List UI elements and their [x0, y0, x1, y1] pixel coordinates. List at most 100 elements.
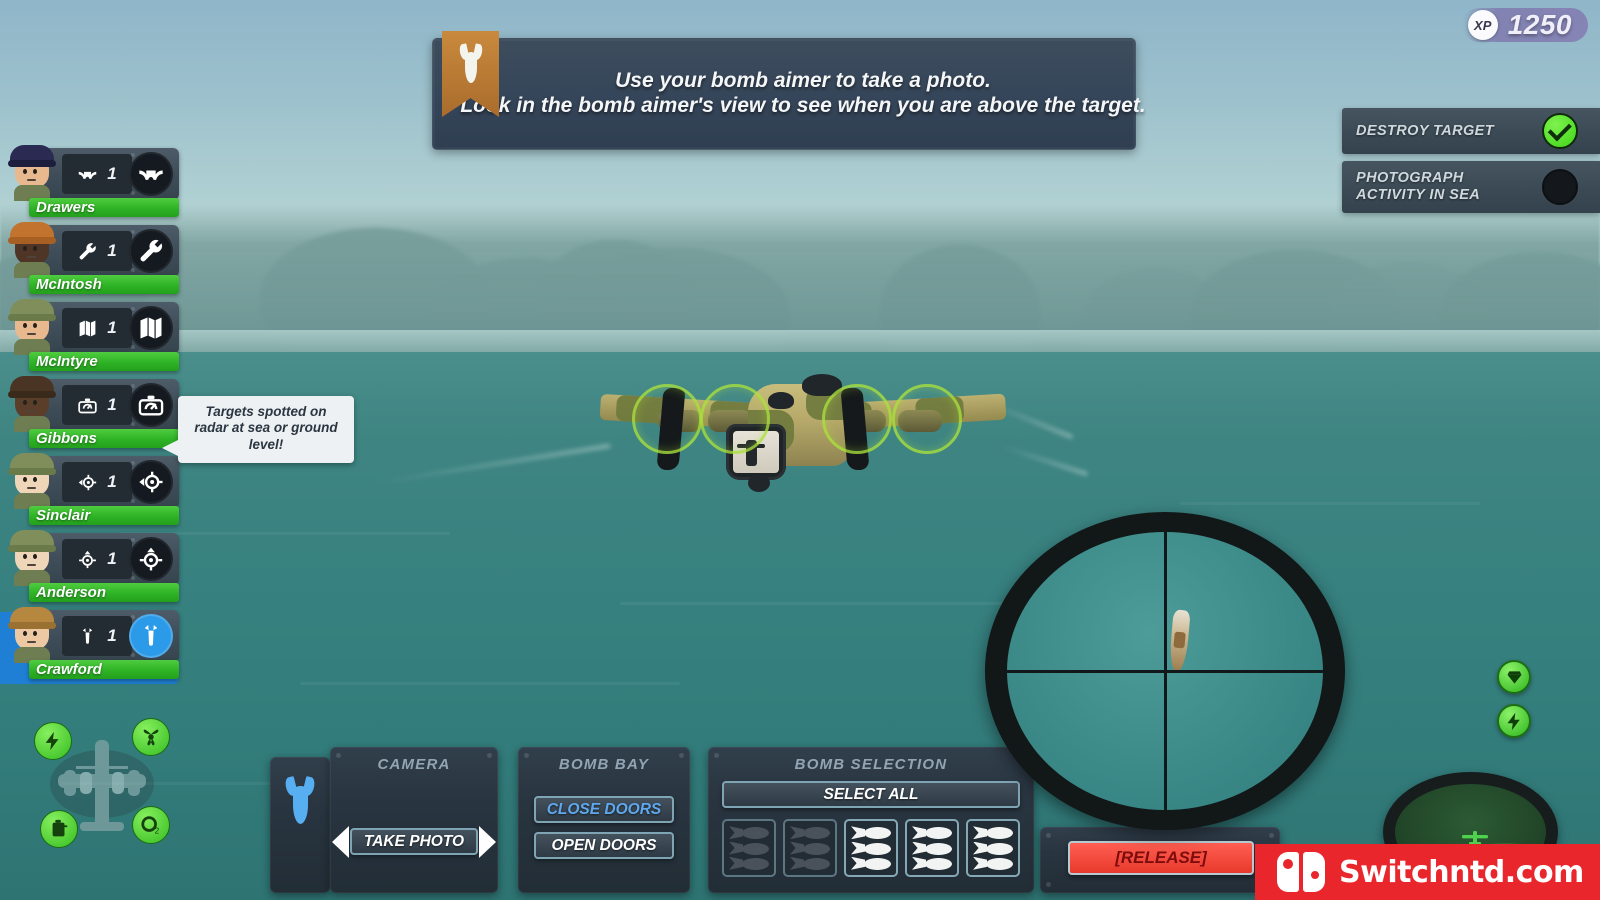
crew-role-badge[interactable]	[129, 614, 173, 658]
check-icon	[1542, 113, 1578, 149]
release-panel: [RELEASE]	[1040, 827, 1280, 893]
select-all-button[interactable]: SELECT ALL	[722, 781, 1020, 808]
belly-pod	[748, 474, 770, 492]
target-ship	[1168, 609, 1191, 673]
avatar	[4, 218, 62, 278]
propeller-disc	[892, 384, 962, 454]
bomb-icon	[912, 826, 952, 840]
bomb-slot-1[interactable]	[722, 819, 776, 877]
crew-card[interactable]: 1	[8, 145, 179, 201]
bomb-bay-panel-title: BOMB BAY	[558, 756, 650, 773]
wrench-icon	[140, 239, 163, 262]
crew-role-count: 1	[107, 395, 117, 414]
avatar	[4, 141, 62, 201]
crew-role-badge[interactable]	[129, 537, 173, 581]
crew-member-drawers[interactable]: 1 Drawers	[0, 145, 200, 225]
turret-left-icon	[77, 472, 98, 493]
site-watermark: Switchntd.com	[1255, 844, 1600, 900]
yoke-icon	[139, 170, 163, 180]
avatar	[4, 603, 62, 663]
crew-role-badge[interactable]	[129, 383, 173, 427]
bomb-icon	[851, 856, 891, 870]
avatar	[4, 526, 62, 586]
crew-name-healthbar: Crawford	[29, 660, 179, 679]
bomb-slot-list	[722, 819, 1020, 877]
radar-icon	[78, 398, 97, 413]
crew-name-healthbar: Drawers	[29, 198, 179, 217]
speech-bubble-text: Targets spotted on radar at sea or groun…	[194, 404, 338, 452]
bomb-slot-2[interactable]	[783, 819, 837, 877]
close-doors-button[interactable]: CLOSE DOORS	[534, 796, 674, 823]
avatar	[4, 295, 62, 355]
bomb-aimer-tab[interactable]	[270, 757, 330, 893]
crew-role-readout: 1	[62, 616, 132, 656]
player-aircraft	[596, 362, 1007, 512]
take-photo-button[interactable]: TAKE PHOTO	[332, 825, 496, 858]
take-photo-label: TAKE PHOTO	[363, 832, 465, 850]
crew-role-count: 1	[107, 472, 117, 491]
turret-left-icon	[139, 471, 163, 493]
crew-card[interactable]: 1	[8, 299, 179, 355]
crew-role-badge[interactable]	[129, 229, 173, 273]
bomb-icon	[137, 622, 165, 650]
yoke-icon	[137, 160, 165, 188]
crew-card[interactable]: 1	[8, 607, 179, 663]
bomb-icon	[83, 627, 93, 644]
crew-card[interactable]: 1	[8, 453, 179, 509]
objective-label-line-1: PHOTOGRAPH	[1356, 170, 1464, 187]
oxygen-icon: 2	[141, 816, 160, 835]
status-engines-button[interactable]	[132, 718, 170, 756]
status-oxygen-button[interactable]: 2	[132, 806, 170, 844]
empty-circle-icon	[1542, 169, 1578, 205]
turret-left-icon	[137, 468, 165, 496]
crew-card[interactable]: 1	[8, 530, 179, 586]
radar-icon	[77, 395, 98, 416]
mission-instruction-banner: Use your bomb aimer to take a photo. Loo…	[432, 31, 1146, 150]
crew-role-badge[interactable]	[129, 460, 173, 504]
crew-member-sinclair[interactable]: 1 Sinclair	[0, 453, 200, 533]
crew-member-anderson[interactable]: 1 Anderson	[0, 530, 200, 610]
crew-role-badge[interactable]	[129, 306, 173, 350]
map-icon	[77, 318, 98, 339]
bomb-bay-panel: BOMB BAY CLOSE DOORS OPEN DOORS	[518, 747, 690, 893]
status-fuel-button[interactable]	[40, 810, 78, 848]
crew-member-mcintyre[interactable]: 1 McIntyre	[0, 299, 200, 379]
bomb-icon	[283, 776, 317, 825]
crew-role-readout: 1	[62, 539, 132, 579]
objective-label: PHOTOGRAPH ACTIVITY IN SEA	[1356, 170, 1480, 203]
aircraft-status-widget: 2	[34, 718, 170, 848]
camera-panel-title: CAMERA	[377, 756, 451, 773]
bomb-aimer-scope[interactable]	[985, 512, 1345, 830]
release-button[interactable]: [RELEASE]	[1068, 841, 1254, 875]
crew-role-count: 1	[107, 318, 117, 337]
bomb-icon	[729, 826, 769, 840]
crew-speech-bubble: Targets spotted on radar at sea or groun…	[162, 396, 354, 464]
side-button-power-boost[interactable]	[1497, 704, 1531, 738]
bomb-icon	[973, 841, 1013, 855]
yoke-icon	[79, 171, 97, 179]
side-button-view-toggle[interactable]	[1497, 660, 1531, 694]
bomb-icon	[973, 856, 1013, 870]
bomb-slot-4[interactable]	[905, 819, 959, 877]
status-electrical-button[interactable]	[34, 722, 72, 760]
crew-role-readout: 1	[62, 154, 132, 194]
scope-view	[1007, 532, 1323, 810]
crew-role-count: 1	[107, 626, 117, 645]
turret-up-icon	[77, 549, 98, 570]
crew-role-readout: 1	[62, 462, 132, 502]
bomb-slot-3[interactable]	[844, 819, 898, 877]
crew-member-mcintosh[interactable]: 1 McIntosh	[0, 222, 200, 302]
bomb-icon	[790, 826, 830, 840]
crew-card[interactable]: 1	[8, 376, 179, 432]
mission-instruction-text: Use your bomb aimer to take a photo. Loo…	[422, 69, 1145, 118]
open-doors-button[interactable]: OPEN DOORS	[534, 832, 674, 859]
crew-member-crawford[interactable]: 1 Crawford	[0, 607, 200, 687]
bomb-icon	[973, 826, 1013, 840]
objective-destroy-target: DESTROY TARGET	[1342, 108, 1600, 154]
avatar	[4, 372, 62, 432]
map-icon	[79, 320, 96, 336]
crew-role-badge[interactable]	[129, 152, 173, 196]
objective-photograph-activity: PHOTOGRAPH ACTIVITY IN SEA	[1342, 161, 1600, 213]
crew-card[interactable]: 1	[8, 222, 179, 278]
bomb-slot-5[interactable]	[966, 819, 1020, 877]
